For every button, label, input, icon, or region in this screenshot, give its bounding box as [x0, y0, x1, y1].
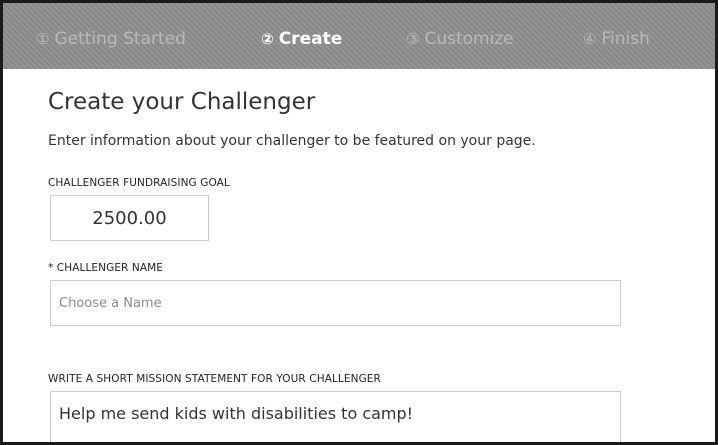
step-finish[interactable]: ④ Finish: [583, 26, 650, 52]
step-getting-started[interactable]: ① Getting Started: [36, 26, 186, 52]
challenger-name-input[interactable]: [50, 280, 621, 326]
step-getting-started-label: Getting Started: [54, 29, 186, 49]
goal-label: CHALLENGER FUNDRAISING GOAL: [48, 177, 230, 189]
step-finish-label: Finish: [601, 29, 650, 49]
steps-progress-bar: ① Getting Started ② Create ③ Customize ④…: [3, 3, 715, 69]
step-customize[interactable]: ③ Customize: [406, 26, 514, 52]
step-4-number-icon: ④: [583, 29, 597, 48]
step-create-label: Create: [278, 29, 343, 49]
page-intro: Enter information about your challenger …: [48, 133, 536, 149]
step-create[interactable]: ② Create: [261, 26, 342, 52]
page-title: Create your Challenger: [48, 89, 316, 115]
mission-statement-textarea[interactable]: Help me send kids with disabilities to c…: [50, 391, 621, 442]
step-customize-label: Customize: [424, 29, 514, 49]
window-frame: ① Getting Started ② Create ③ Customize ④…: [0, 0, 718, 445]
fundraising-goal-input[interactable]: [50, 195, 209, 241]
step-1-number-icon: ①: [36, 29, 50, 48]
step-3-number-icon: ③: [406, 29, 420, 48]
step-2-number-icon: ②: [261, 29, 274, 48]
mission-statement-label: WRITE A SHORT MISSION STATEMENT FOR YOUR…: [48, 373, 381, 385]
challenger-name-label: * CHALLENGER NAME: [48, 262, 164, 274]
